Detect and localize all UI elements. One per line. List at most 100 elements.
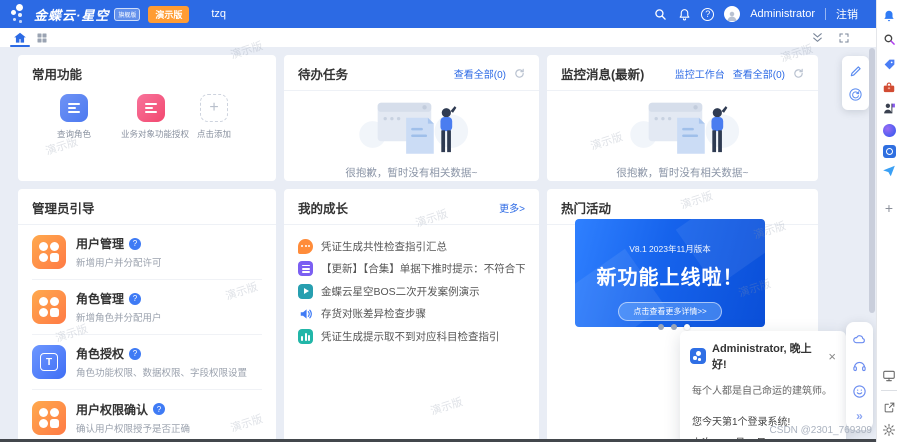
carousel-dot-active[interactable]	[684, 324, 690, 330]
carousel-dot[interactable]	[658, 324, 664, 330]
user-management-icon	[32, 235, 66, 269]
username[interactable]: Administrator	[750, 8, 815, 20]
topbar: 金蝶云·星空 旗舰版 演示版 tzq ? Administrator 注销	[0, 0, 876, 28]
card-header: 管理员引导	[18, 189, 276, 225]
guide-item-permission-confirm[interactable]: 用户权限确认 ? 确认用户权限授予是否正确	[32, 390, 262, 442]
growth-item[interactable]: 金蝶云星空BOS二次开发案例演示	[298, 280, 525, 303]
guide-desc: 新增角色并分配用户	[76, 313, 162, 324]
growth-item[interactable]: 凭证生成共性检查指引汇总	[298, 235, 525, 258]
tile-label: 业务对象功能授权	[121, 129, 190, 139]
guide-item-role-authorization[interactable]: T 角色授权 ? 角色功能权限、数据权限、字段权限设置	[32, 335, 262, 390]
growth-item[interactable]: 【更新】【合集】单据下推时提示：不符合下推条件	[298, 258, 525, 281]
activity-banner[interactable]: V8.1 2023年11月版本 新功能上线啦！ 点击查看更多详情>>	[575, 219, 765, 327]
logout-button[interactable]: 注销	[836, 6, 858, 22]
smiley-icon[interactable]	[852, 384, 867, 399]
tile-add[interactable]: + 点击添加	[184, 94, 244, 140]
monitor-workbench-link[interactable]: 监控工作台	[675, 66, 725, 81]
card-title: 监控消息(最新)	[561, 68, 645, 82]
guide-desc: 确认用户权限授予是否正确	[76, 423, 191, 435]
guide-item-user-management[interactable]: 用户管理 ? 新增用户并分配许可	[32, 225, 262, 280]
help-icon[interactable]: ?	[129, 347, 142, 360]
dock-add-icon[interactable]: +	[881, 200, 897, 216]
tile-object-auth[interactable]: 业务对象功能授权	[121, 94, 190, 140]
help-icon[interactable]: ?	[701, 7, 715, 21]
dock-person-flag-icon[interactable]	[881, 100, 897, 116]
csdn-watermark: CSDN @2301_769309	[769, 425, 872, 436]
card-header: 我的成长 更多>	[284, 189, 539, 225]
dock-divider	[881, 390, 897, 391]
view-all-link[interactable]: 查看全部(0)	[454, 66, 506, 81]
cloud-icon[interactable]	[852, 332, 867, 347]
dock-search-icon[interactable]	[881, 31, 897, 47]
dock-tag-icon[interactable]	[881, 56, 897, 72]
collapse-icon[interactable]	[811, 31, 824, 44]
video-icon	[298, 283, 313, 299]
dock-paper-plane-icon[interactable]	[881, 163, 897, 179]
card-title: 我的成长	[298, 202, 349, 216]
card-header: 常用功能	[18, 55, 276, 90]
fullscreen-icon[interactable]	[838, 32, 850, 44]
close-icon[interactable]: ×	[828, 350, 836, 363]
chat-icon	[298, 238, 313, 254]
home-icon	[14, 32, 26, 43]
assistant-dock: »	[846, 322, 873, 430]
dock-o-logo-icon[interactable]	[881, 143, 897, 159]
tab-apps[interactable]	[32, 28, 52, 47]
bell-icon[interactable]	[677, 7, 691, 21]
topbar-actions: ? Administrator 注销	[653, 0, 858, 28]
refresh-icon[interactable]	[514, 68, 525, 79]
refresh-circle-icon[interactable]	[848, 87, 863, 102]
document-icon	[298, 261, 313, 277]
help-icon[interactable]: ?	[129, 237, 142, 250]
edition-badge: 旗舰版	[114, 7, 141, 21]
more-link[interactable]: 更多>	[499, 200, 525, 215]
guide-title: 用户管理	[76, 237, 125, 251]
avatar[interactable]	[724, 6, 741, 22]
card-monitor-messages: 监控消息(最新) 监控工作台 查看全部(0) 很抱歉，暂时没有相关数据~	[547, 55, 818, 181]
card-todo-tasks: 待办任务 查看全部(0) 很抱歉，暂时没有相关数据~	[284, 55, 539, 181]
dock-circle-logo-icon[interactable]	[881, 122, 897, 138]
dock-external-link-icon[interactable]	[881, 399, 897, 415]
headphones-icon[interactable]	[852, 358, 867, 373]
strip-right-actions	[811, 31, 850, 44]
growth-item[interactable]: 凭证生成提示取不到对应科目检查指引	[298, 325, 525, 348]
tab-home[interactable]	[8, 28, 32, 47]
logo-text: 金蝶云·星空	[34, 7, 110, 23]
empty-illustration	[629, 102, 739, 154]
tile-label: 点击添加	[196, 129, 231, 139]
dock-bell-icon[interactable]	[881, 8, 897, 24]
workspace-tab[interactable]: tzq	[211, 8, 226, 20]
refresh-icon[interactable]	[793, 68, 804, 79]
dock-collapse-icon[interactable]: »	[856, 410, 863, 422]
permission-confirm-icon	[32, 400, 66, 435]
kingdee-logo-icon	[690, 348, 706, 364]
card-my-growth: 我的成长 更多> 凭证生成共性检查指引汇总 【更新】【合集】单据下推时提示：不符…	[284, 189, 539, 442]
search-icon[interactable]	[653, 7, 667, 21]
dock-toolbox-icon[interactable]	[881, 80, 897, 96]
document-icon	[137, 94, 165, 122]
dock-screen-share-icon[interactable]	[881, 368, 897, 384]
empty-state: 很抱歉，暂时没有相关数据~	[547, 91, 818, 180]
vertical-scrollbar[interactable]	[869, 48, 875, 313]
help-icon[interactable]: ?	[153, 403, 166, 415]
extension-dock: +	[876, 0, 900, 442]
carousel-dot[interactable]	[671, 324, 677, 330]
toast-header: Administrator, 晚上好! ×	[680, 331, 846, 378]
tile-query-role[interactable]: 查询角色	[44, 94, 104, 140]
view-all-link[interactable]: 查看全部(0)	[733, 66, 785, 81]
floating-tools-panel	[842, 56, 869, 110]
banner-cta-button[interactable]: 点击查看更多详情>>	[618, 302, 722, 321]
dock-gear-icon[interactable]	[881, 422, 897, 438]
tab-strip	[0, 28, 876, 47]
guide-item-role-management[interactable]: 角色管理 ? 新增角色并分配用户	[32, 280, 262, 335]
carousel-dots	[658, 324, 690, 330]
edit-pencil-icon[interactable]	[849, 64, 863, 78]
help-icon[interactable]: ?	[129, 292, 142, 305]
document-icon	[60, 94, 88, 122]
empty-text: 很抱歉，暂时没有相关数据~	[345, 167, 478, 179]
card-title: 常用功能	[32, 68, 83, 82]
growth-item[interactable]: 存货对账差异检查步骤	[298, 303, 525, 326]
plus-icon: +	[200, 94, 228, 122]
guide-title: 角色授权	[76, 347, 125, 361]
guide-desc: 新增用户并分配许可	[76, 258, 162, 269]
